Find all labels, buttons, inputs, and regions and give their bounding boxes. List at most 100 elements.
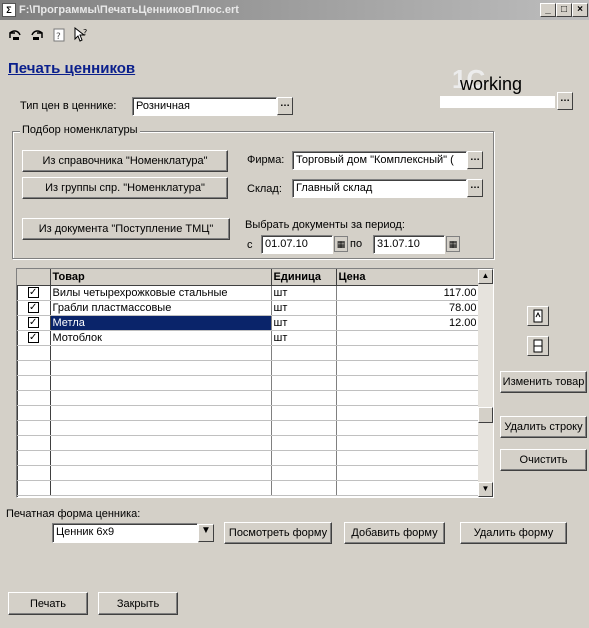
print-form-select[interactable]: Ценник 6х9	[52, 523, 198, 543]
empty-cell[interactable]	[271, 435, 337, 451]
firm-select-button[interactable]: …	[467, 151, 483, 169]
calendar-from-icon[interactable]: ▦	[334, 236, 348, 252]
unit-cell[interactable]: шт	[271, 285, 337, 301]
unit-cell[interactable]: шт	[271, 300, 337, 316]
period-to-field[interactable]: 31.07.10	[373, 235, 445, 254]
empty-cell[interactable]	[336, 450, 480, 466]
empty-cell[interactable]	[271, 450, 337, 466]
firm-field[interactable]: Торговый дом "Комплексный" (	[292, 151, 467, 170]
close-window-button[interactable]: ×	[572, 3, 588, 17]
row-checkbox[interactable]: ✓	[27, 332, 39, 344]
empty-cell[interactable]	[336, 345, 480, 361]
empty-cell[interactable]	[271, 480, 337, 496]
scroll-up-icon[interactable]: ▲	[478, 269, 493, 284]
empty-table-row[interactable]	[17, 405, 480, 421]
empty-cell[interactable]	[271, 465, 337, 481]
empty-cell[interactable]	[17, 480, 51, 496]
unit-cell[interactable]: шт	[271, 315, 337, 331]
empty-cell[interactable]	[50, 480, 272, 496]
logo-select-button[interactable]: …	[557, 92, 573, 110]
empty-cell[interactable]	[336, 405, 480, 421]
table-row[interactable]: ✓ Мотоблок шт	[17, 330, 480, 346]
goods-table[interactable]: Товар Единица Цена ✓ Вилы четырехрожковые…	[16, 268, 494, 498]
empty-cell[interactable]	[336, 360, 480, 376]
delete-row-button[interactable]: Удалить строку	[500, 416, 587, 438]
from-group-button[interactable]: Из группы спр. "Номенклатура"	[22, 177, 228, 199]
table-row[interactable]: ✓ Метла шт 12.00	[17, 315, 480, 331]
help-icon[interactable]: ?	[50, 26, 68, 44]
column-header-check[interactable]	[17, 269, 51, 286]
price-cell[interactable]	[336, 330, 480, 346]
price-type-select-button[interactable]: …	[277, 97, 293, 115]
edit-item-button[interactable]: Изменить товар	[500, 371, 587, 393]
scroll-thumb[interactable]	[478, 407, 493, 423]
empty-table-row[interactable]	[17, 420, 480, 436]
empty-cell[interactable]	[50, 390, 272, 406]
warehouse-select-button[interactable]: …	[467, 179, 483, 197]
empty-cell[interactable]	[17, 450, 51, 466]
empty-cell[interactable]	[271, 420, 337, 436]
redo-icon[interactable]	[28, 26, 46, 44]
minimize-button[interactable]: _	[540, 3, 556, 17]
unit-cell[interactable]: шт	[271, 330, 337, 346]
row-checkbox-cell[interactable]: ✓	[17, 285, 51, 301]
empty-cell[interactable]	[336, 420, 480, 436]
from-catalog-button[interactable]: Из справочника "Номенклатура"	[22, 150, 228, 172]
move-up-button[interactable]	[527, 306, 549, 326]
empty-cell[interactable]	[336, 465, 480, 481]
period-from-field[interactable]: 01.07.10	[261, 235, 333, 254]
empty-cell[interactable]	[50, 450, 272, 466]
empty-table-row[interactable]	[17, 345, 480, 361]
pointer-help-icon[interactable]: ?	[72, 26, 90, 44]
empty-cell[interactable]	[50, 435, 272, 451]
product-cell[interactable]: Мотоблок	[50, 330, 272, 346]
row-checkbox[interactable]: ✓	[27, 302, 39, 314]
row-checkbox-cell[interactable]: ✓	[17, 330, 51, 346]
empty-cell[interactable]	[271, 345, 337, 361]
empty-table-row[interactable]	[17, 360, 480, 376]
maximize-button[interactable]: □	[556, 3, 572, 17]
price-type-field[interactable]: Розничная	[132, 97, 277, 116]
empty-cell[interactable]	[50, 405, 272, 421]
empty-cell[interactable]	[50, 360, 272, 376]
empty-cell[interactable]	[336, 480, 480, 496]
empty-table-row[interactable]	[17, 450, 480, 466]
empty-cell[interactable]	[336, 390, 480, 406]
column-header-unit[interactable]: Единица	[271, 269, 337, 286]
empty-cell[interactable]	[17, 465, 51, 481]
empty-cell[interactable]	[50, 465, 272, 481]
empty-cell[interactable]	[17, 405, 51, 421]
table-row[interactable]: ✓ Грабли пластмассовые шт 78.00	[17, 300, 480, 316]
row-checkbox[interactable]: ✓	[27, 317, 39, 329]
empty-table-row[interactable]	[17, 375, 480, 391]
row-checkbox-cell[interactable]: ✓	[17, 315, 51, 331]
empty-cell[interactable]	[271, 390, 337, 406]
scroll-down-icon[interactable]: ▼	[478, 482, 493, 497]
price-cell[interactable]: 78.00	[336, 300, 480, 316]
empty-cell[interactable]	[50, 345, 272, 361]
print-button[interactable]: Печать	[8, 592, 88, 615]
column-header-price[interactable]: Цена	[336, 269, 480, 286]
empty-table-row[interactable]	[17, 390, 480, 406]
table-scrollbar[interactable]: ▲ ▼	[478, 269, 493, 497]
empty-table-row[interactable]	[17, 435, 480, 451]
view-form-button[interactable]: Посмотреть форму	[224, 522, 332, 544]
calendar-to-icon[interactable]: ▦	[446, 236, 460, 252]
empty-cell[interactable]	[50, 375, 272, 391]
row-checkbox[interactable]: ✓	[27, 287, 39, 299]
move-down-button[interactable]	[527, 336, 549, 356]
empty-cell[interactable]	[17, 345, 51, 361]
empty-cell[interactable]	[17, 360, 51, 376]
empty-cell[interactable]	[336, 435, 480, 451]
product-cell[interactable]: Грабли пластмассовые	[50, 300, 272, 316]
product-cell[interactable]: Вилы четырехрожковые стальные	[50, 285, 272, 301]
print-form-dropdown-icon[interactable]: ▼	[198, 524, 214, 542]
empty-cell[interactable]	[271, 405, 337, 421]
empty-cell[interactable]	[271, 375, 337, 391]
clear-button[interactable]: Очистить	[500, 449, 587, 471]
add-form-button[interactable]: Добавить форму	[344, 522, 445, 544]
empty-cell[interactable]	[17, 375, 51, 391]
empty-cell[interactable]	[336, 375, 480, 391]
product-cell[interactable]: Метла	[50, 315, 272, 331]
close-button[interactable]: Закрыть	[98, 592, 178, 615]
